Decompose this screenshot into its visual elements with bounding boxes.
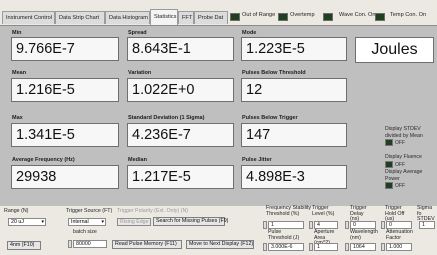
wavelength-stepper[interactable] xyxy=(345,243,349,251)
pulse-jitter-indicator: 4.898E-3 xyxy=(241,165,347,189)
trigger-level-field[interactable]: 4 xyxy=(314,221,338,229)
aperture-stepper[interactable] xyxy=(309,243,313,251)
stdev-indicator: 4.236E-7 xyxy=(127,123,234,147)
pulse-threshold-field[interactable]: 3.000E-6 xyxy=(268,243,304,251)
stdev-by-mean-state: OFF xyxy=(395,139,405,146)
overtemp-label: Overtemp xyxy=(290,12,315,18)
min-indicator: 9.766E-7 xyxy=(11,37,119,61)
pulses-below-trigger-indicator: 147 xyxy=(241,123,347,147)
variation-indicator: 1.022E+0 xyxy=(127,78,234,102)
stdev-by-mean-toggle-icon[interactable] xyxy=(385,139,393,146)
max-indicator: 1.341E-5 xyxy=(11,123,119,147)
tab-statistics[interactable]: Statistics xyxy=(150,9,178,25)
pulses-below-threshold-label: Pulses Below Threshold xyxy=(242,70,306,76)
batch-size-field[interactable]: 80000 xyxy=(73,240,107,248)
range-fn-button[interactable]: 4nm (F10) xyxy=(7,241,41,250)
stdev-label: Standard Deviation (1 Sigma) xyxy=(128,115,205,121)
attenuation-stepper[interactable] xyxy=(381,243,385,251)
out-of-range-label: Out of Range xyxy=(242,12,276,18)
range-label: Range (N) xyxy=(4,208,29,214)
mode-indicator: 1.223E-5 xyxy=(241,37,347,61)
median-label: Median xyxy=(128,157,147,163)
variation-label: Variation xyxy=(128,70,152,76)
median-indicator: 1.217E-5 xyxy=(127,165,234,189)
units-indicator: Joules xyxy=(355,37,434,63)
trigger-delay-field[interactable]: 0 xyxy=(350,221,376,229)
trigger-source-select[interactable]: Internal xyxy=(68,218,106,226)
sigma-field[interactable]: 1 xyxy=(419,221,435,229)
tab-instrument-control[interactable]: Instrument Control xyxy=(2,11,55,24)
stdev-by-mean-option[interactable]: Display STDEV divided by Mean OFF xyxy=(385,126,435,146)
search-missing-pulses-button[interactable]: Search for Missing Pulses (F9) xyxy=(153,217,228,226)
mode-label: Mode xyxy=(242,30,257,36)
tab-probe-data[interactable]: Probe Dat xyxy=(194,11,228,24)
temp-con-led xyxy=(375,13,385,21)
avg-frequency-label: Average Frequency (Hz) xyxy=(12,157,75,163)
wave-con-label: Wave Con. On xyxy=(339,12,376,18)
tab-strip: Instrument Control Data Strip Chart Data… xyxy=(0,0,437,26)
fluence-state: OFF xyxy=(395,161,405,168)
avg-power-toggle-icon[interactable] xyxy=(385,182,393,189)
pulse-threshold-stepper[interactable] xyxy=(263,243,267,251)
range-select[interactable]: 20 uJ xyxy=(8,218,46,226)
app-window: Instrument Control Data Strip Chart Data… xyxy=(0,0,437,255)
mean-indicator: 1.216E-5 xyxy=(11,78,119,102)
max-label: Max xyxy=(12,115,23,121)
attenuation-label: Attenuation Factor xyxy=(386,229,413,241)
fluence-option[interactable]: Display Fluence OFF xyxy=(385,154,435,168)
pulses-below-threshold-indicator: 12 xyxy=(241,78,347,102)
wave-con-led xyxy=(323,13,333,21)
tab-fft[interactable]: FFT xyxy=(178,11,194,24)
trigger-polarity-select[interactable]: Rising Edge xyxy=(117,218,151,226)
freq-stability-stepper[interactable] xyxy=(263,221,267,229)
trigger-polarity-label: Trigger Polarity (Ext. Only) (N) xyxy=(117,208,189,214)
freq-stability-label: Frequency Stability Threshold (%) xyxy=(266,205,312,217)
overtemp-led xyxy=(278,13,288,21)
stdev-by-mean-label: Display STDEV divided by Mean xyxy=(385,126,423,139)
batch-size-label: batch size xyxy=(73,229,97,235)
fluence-toggle-icon[interactable] xyxy=(385,160,393,168)
trigger-level-label: Trigger Level (%) xyxy=(312,205,335,217)
wavelength-label: Wavelength (nm) xyxy=(350,229,378,241)
pulse-jitter-label: Pulse Jitter xyxy=(242,157,272,163)
spread-label: Spread xyxy=(128,30,147,36)
move-next-display-button[interactable]: Move to Next Display (F12) xyxy=(186,240,254,249)
freq-stability-field[interactable]: 1 xyxy=(268,221,304,229)
wavelength-field[interactable]: 1064 xyxy=(350,243,376,251)
out-of-range-led xyxy=(230,13,240,21)
spread-indicator: 8.643E-1 xyxy=(127,37,234,61)
statistics-panel: Min 9.766E-7 Spread 8.643E-1 Mode 1.223E… xyxy=(0,25,437,206)
batch-size-stepper[interactable] xyxy=(68,240,72,248)
attenuation-field[interactable]: 1.000 xyxy=(386,243,412,251)
aperture-field[interactable]: 1 xyxy=(314,243,338,251)
avg-power-label: Display Average Power xyxy=(385,169,423,182)
pulse-threshold-label: Pulse Threshold (J) xyxy=(268,229,300,241)
holdoff-stepper[interactable] xyxy=(381,221,385,229)
pulses-below-trigger-label: Pulses Below Trigger xyxy=(242,115,298,121)
tab-data-strip-chart[interactable]: Data Strip Chart xyxy=(55,11,105,24)
control-bar: Range (N) 20 uJ 4nm (F10) Trigger Source… xyxy=(0,205,437,255)
read-pulse-memory-button[interactable]: Read Pulse Memory (F11) xyxy=(112,240,182,249)
min-label: Min xyxy=(12,30,22,36)
avg-power-state: OFF xyxy=(395,182,405,189)
avg-power-option[interactable]: Display Average Power OFF xyxy=(385,169,435,189)
temp-con-label: Temp Con. On xyxy=(390,12,427,18)
tab-data-histogram[interactable]: Data Histogram xyxy=(105,11,150,24)
avg-frequency-indicator: 29938 xyxy=(11,165,119,189)
trigger-delay-stepper[interactable] xyxy=(345,221,349,229)
mean-label: Mean xyxy=(12,70,27,76)
holdoff-field[interactable]: 0 xyxy=(386,221,412,229)
trigger-level-stepper[interactable] xyxy=(309,221,313,229)
trigger-source-label: Trigger Source (FT) xyxy=(66,208,113,214)
